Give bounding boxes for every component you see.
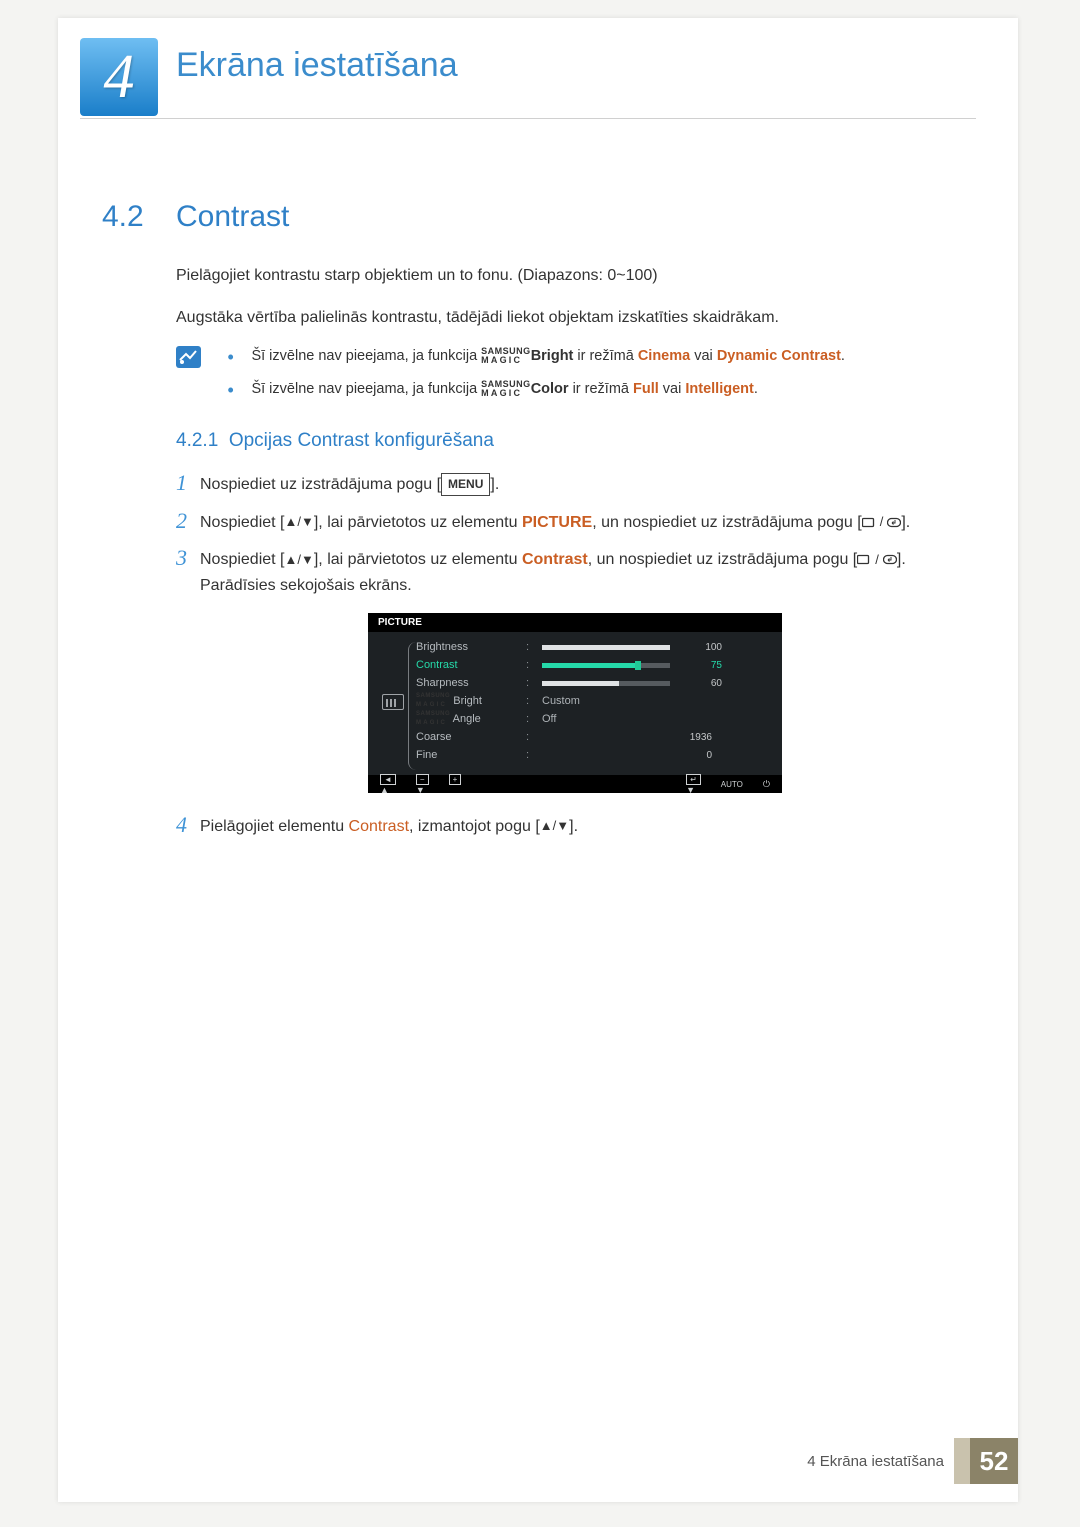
footer-stripe — [954, 1438, 970, 1484]
rect-enter-icon: / — [862, 512, 902, 533]
header-rule — [80, 118, 976, 119]
osd-footer: ◄▲ −▼ + ↵▼ AUTO ⏻ — [368, 775, 782, 793]
footer-page-number: 52 — [970, 1438, 1018, 1484]
note-item-2: Šī izvēlne nav pieejama, ja funkcija SAM… — [219, 379, 954, 400]
subsection-heading: 4.2.1 Opcijas Contrast konfigurēšana — [176, 430, 494, 452]
up-down-icon: ▲/▼ — [285, 512, 314, 533]
osd-nav-plus-icon: + — [449, 774, 462, 795]
footer-text: 4 Ekrāna iestatīšana — [807, 1453, 954, 1470]
chapter-title: Ekrāna iestatīšana — [176, 46, 458, 85]
samsung-magic-logo: SAMSUNGMAGIC — [481, 380, 531, 398]
osd-row: Sharpness:60 — [416, 674, 768, 692]
samsung-magic-logo: SAMSUNGMAGIC — [481, 347, 531, 365]
osd-curve — [408, 642, 416, 770]
osd-side-icon — [382, 694, 404, 710]
osd-nav-left-icon: ◄▲ — [380, 774, 396, 795]
osd-row: SAMSUNGMAGIC Bright:Custom — [416, 692, 768, 710]
intro-p2: Augstāka vērtība palielinās kontrastu, t… — [176, 306, 966, 330]
note-icon — [176, 346, 201, 368]
osd-screenshot: PICTURE Brightness:100Contrast:75Sharpne… — [368, 613, 782, 793]
page-footer: 4 Ekrāna iestatīšana 52 — [807, 1438, 1018, 1484]
rect-enter-icon: / — [857, 550, 897, 571]
up-down-icon: ▲/▼ — [285, 550, 314, 571]
step-3: 3 Nospiediet [▲/▼], lai pārvietotos uz e… — [176, 545, 974, 598]
intro-p1: Pielāgojiet kontrastu starp objektiem un… — [176, 264, 966, 288]
note-item-1: Šī izvēlne nav pieejama, ja funkcija SAM… — [219, 346, 954, 367]
chapter-badge: 4 — [80, 38, 158, 116]
osd-row: Brightness:100 — [416, 638, 768, 656]
osd-nav-minus-icon: −▼ — [416, 774, 429, 795]
osd-nav-auto: AUTO — [721, 780, 743, 789]
step-4: 4 Pielāgojiet elementu Contrast, izmanto… — [176, 812, 974, 850]
steps: 1 Nospiediet uz izstrādājuma pogu [MENU]… — [176, 470, 974, 608]
osd-nav-power-icon: ⏻ — [763, 779, 770, 790]
section-number: 4.2 — [102, 200, 144, 234]
intro-block: Pielāgojiet kontrastu starp objektiem un… — [176, 264, 966, 348]
note-block: Šī izvēlne nav pieejama, ja funkcija SAM… — [176, 346, 966, 412]
up-down-icon: ▲/▼ — [540, 816, 569, 837]
osd-row: Fine:0 — [416, 746, 768, 764]
osd-row: Coarse:1936 — [416, 728, 768, 746]
osd-body: Brightness:100Contrast:75Sharpness:60SAM… — [368, 632, 782, 770]
osd-row: SAMSUNGMAGIC Angle:Off — [416, 710, 768, 728]
osd-header: PICTURE — [368, 613, 782, 632]
osd-row: Contrast:75 — [416, 656, 768, 674]
page: 4 Ekrāna iestatīšana 4.2 Contrast Pielāg… — [58, 18, 1018, 1502]
osd-nav-enter-icon: ↵▼ — [686, 774, 701, 795]
step-1: 1 Nospiediet uz izstrādājuma pogu [MENU]… — [176, 470, 974, 498]
chapter-number: 4 — [104, 42, 135, 113]
menu-button-label: MENU — [441, 473, 490, 496]
section-title: Contrast — [176, 200, 289, 234]
step-2: 2 Nospiediet [▲/▼], lai pārvietotos uz e… — [176, 508, 974, 536]
note-list: Šī izvēlne nav pieejama, ja funkcija SAM… — [219, 346, 954, 412]
